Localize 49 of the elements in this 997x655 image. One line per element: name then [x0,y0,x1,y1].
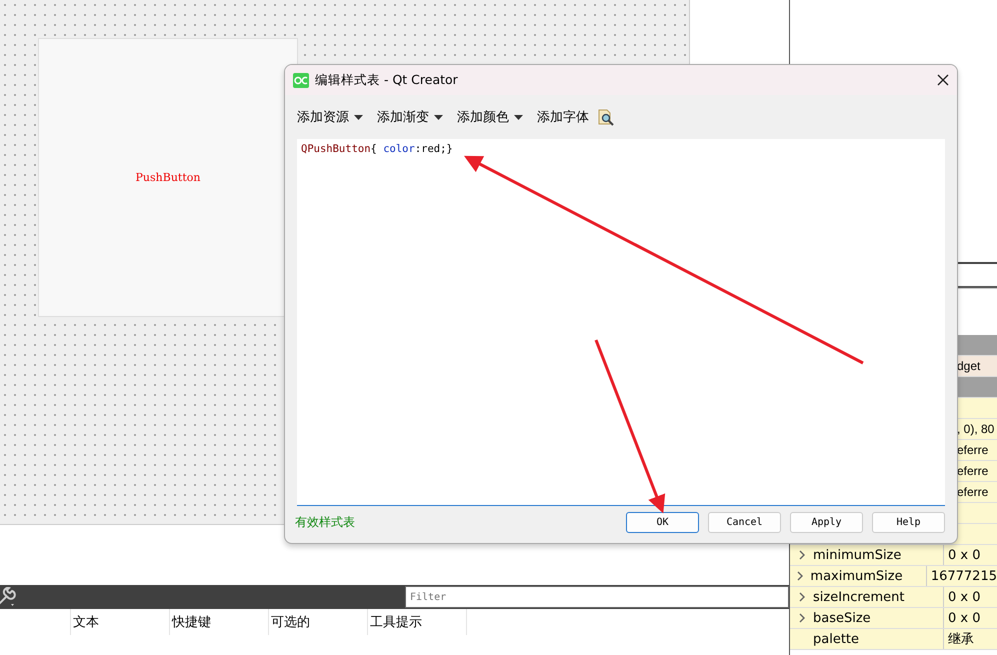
column-header[interactable]: 工具提示 [368,609,467,635]
property-name: minimumSize [813,545,944,565]
magnifier-icon[interactable] [597,108,615,126]
code-editor[interactable]: QPushButton{ color:red;} [297,139,945,506]
close-icon[interactable] [937,74,949,86]
property-value: 16777215 [930,568,997,584]
toolbar-button[interactable]: 添加渐变 [373,106,430,128]
push-button-label: PushButton [136,171,200,184]
chevron-right-icon[interactable] [798,592,804,602]
toolbar-button[interactable]: 添加资源 [293,106,350,128]
property-row[interactable]: palette 继承 [790,629,997,650]
property-value: 0 x 0 [947,548,980,562]
property-name: palette [813,629,944,649]
dropdown-caret-icon[interactable] [354,114,363,120]
property-value: 继承 [947,631,974,648]
property-value: 0 x 0 [947,610,980,626]
property-row[interactable]: minimumSize 0 x 0 [790,545,997,566]
property-value: , 0), 80 [957,422,994,436]
property-row[interactable]: sizeIncrement 0 x 0 [790,587,997,608]
status-text: 有效样式表 [295,514,355,531]
property-name: sizeIncrement [813,587,944,607]
column-header[interactable]: 快捷键 [170,609,269,635]
property-name: baseSize [813,608,944,628]
dropdown-caret-icon[interactable] [514,114,523,120]
dialog-button[interactable]: OK [626,512,699,533]
column-header[interactable]: 文本 [71,609,170,635]
property-value: eferre [957,443,988,457]
property-value: eferre [957,464,988,478]
chevron-right-icon[interactable] [798,550,804,560]
toolbar-button[interactable]: 添加字体 [533,106,593,128]
dropdown-caret-icon[interactable] [434,114,443,120]
column-header[interactable]: 可选的 [269,609,368,635]
wrench-icon[interactable] [0,587,16,607]
property-value: 0 x 0 [947,590,980,604]
property-name: maximumSize [810,566,927,586]
property-value: dget [957,359,980,373]
app-logo-icon [293,72,309,88]
property-row[interactable]: baseSize 0 x 0 [790,608,997,629]
property-row[interactable]: maximumSize 16777215 [790,566,997,587]
chevron-right-icon[interactable] [797,571,804,581]
dialog-button[interactable]: Help [872,512,945,533]
filter-field[interactable]: Filter [405,586,789,608]
dialog-button[interactable]: Cancel [708,512,781,533]
dialog-button[interactable]: Apply [790,512,863,533]
chevron-right-icon[interactable] [798,613,804,623]
stylesheet-code: QPushButton{ color:red;} [300,142,454,157]
property-value: eferre [957,485,988,499]
toolbar-button[interactable]: 添加颜色 [453,106,510,128]
window-title: 编辑样式表 - Qt Creator [315,72,459,88]
